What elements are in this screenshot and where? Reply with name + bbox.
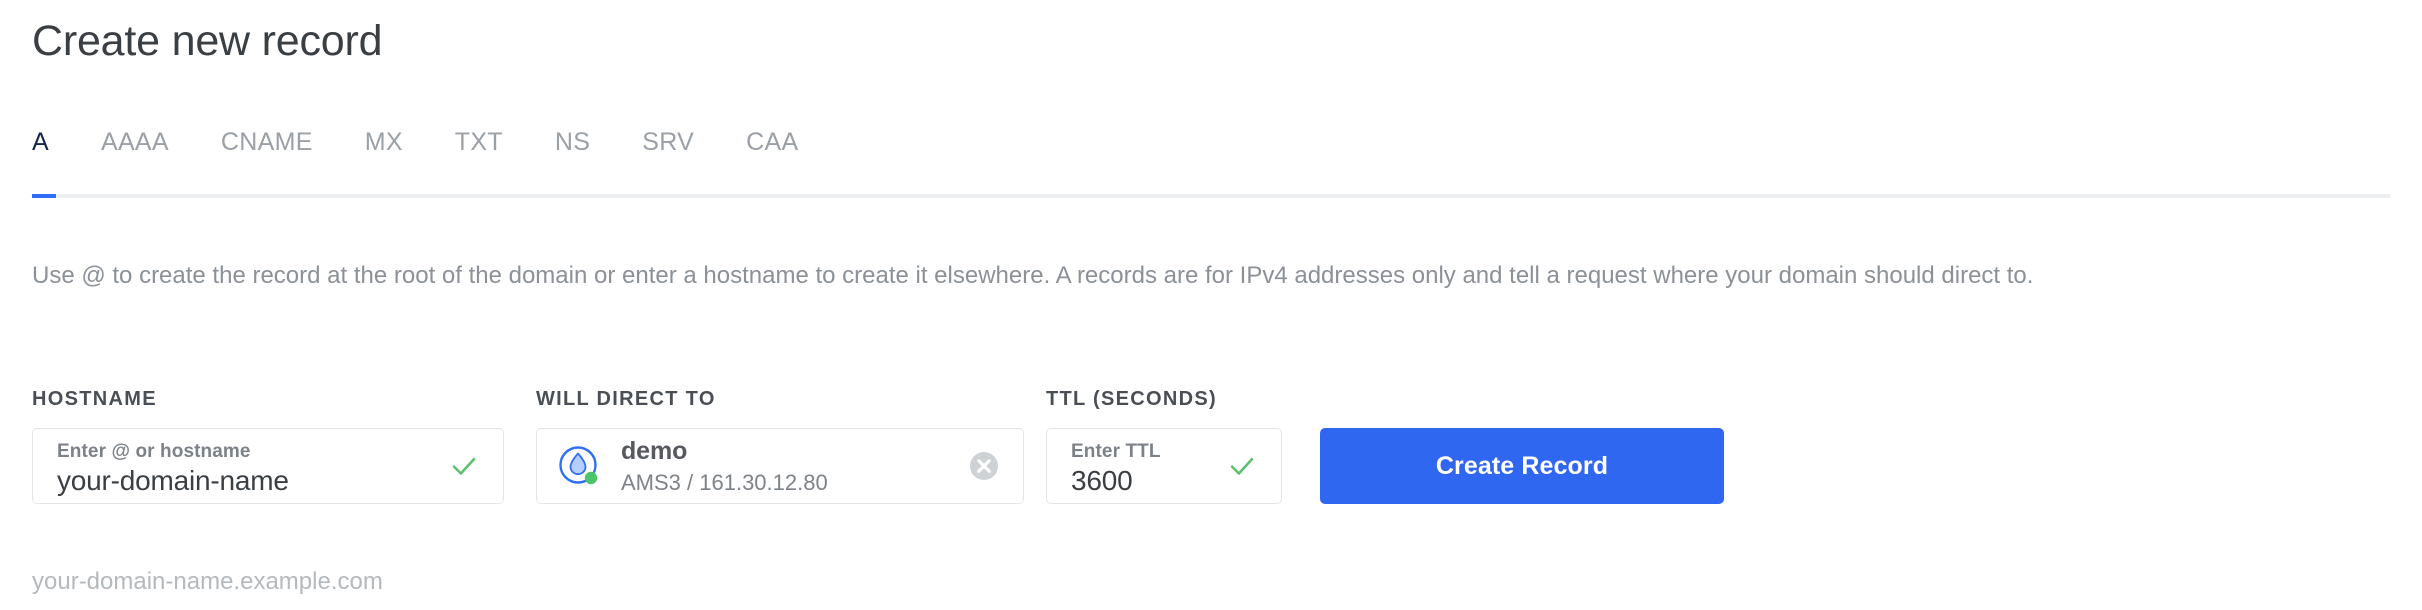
record-type-description: Use @ to create the record at the root o…: [32, 262, 2034, 289]
tab-txt[interactable]: TXT: [455, 130, 503, 155]
droplet-icon: [559, 446, 598, 485]
hostname-helper-text: your-domain-name.example.com: [32, 568, 383, 595]
hostname-value: your-domain-name: [57, 465, 289, 496]
tab-mx[interactable]: MX: [365, 130, 403, 155]
hostname-input[interactable]: Enter @ or hostname your-domain-name: [32, 428, 504, 504]
tab-cname[interactable]: CNAME: [221, 130, 313, 155]
tab-ns[interactable]: NS: [555, 130, 590, 155]
check-icon: [452, 457, 476, 475]
hostname-placeholder: Enter @ or hostname: [57, 441, 251, 462]
ttl-input[interactable]: Enter TTL 3600: [1046, 428, 1282, 504]
tab-caa[interactable]: CAA: [746, 130, 798, 155]
hostname-label: HOSTNAME: [32, 388, 157, 410]
page-title: Create new record: [32, 17, 383, 65]
submit-wrapper: Create Record: [1320, 388, 1724, 504]
check-icon: [1230, 457, 1254, 475]
tab-aaaa[interactable]: AAAA: [101, 130, 169, 155]
clear-icon[interactable]: [967, 449, 1001, 483]
will-direct-to-field-group: WILL DIRECT TO demo AMS3 / 161.30.12.80: [536, 388, 1024, 504]
tabs-divider: [32, 194, 2390, 198]
ttl-label: TTL (SECONDS): [1046, 388, 1217, 410]
will-direct-to-label: WILL DIRECT TO: [536, 388, 716, 410]
ttl-field-group: TTL (SECONDS) Enter TTL 3600: [1046, 388, 1282, 504]
droplet-details: AMS3 / 161.30.12.80: [621, 469, 828, 495]
ttl-value: 3600: [1071, 465, 1133, 496]
create-record-panel: Create new record A AAAA CNAME MX TXT NS…: [0, 0, 2422, 610]
tab-active-indicator: [32, 194, 56, 198]
will-direct-to-select[interactable]: demo AMS3 / 161.30.12.80: [536, 428, 1024, 504]
droplet-meta: demo AMS3 / 161.30.12.80: [621, 436, 828, 496]
ttl-placeholder: Enter TTL: [1071, 441, 1161, 462]
tab-srv[interactable]: SRV: [642, 130, 694, 155]
droplet-name: demo: [621, 436, 688, 465]
record-type-tabs: A AAAA CNAME MX TXT NS SRV CAA: [32, 130, 798, 180]
tab-a[interactable]: A: [32, 130, 49, 155]
create-record-form: HOSTNAME Enter @ or hostname your-domain…: [32, 388, 1724, 595]
hostname-field-group: HOSTNAME Enter @ or hostname your-domain…: [32, 388, 504, 595]
create-record-button[interactable]: Create Record: [1320, 428, 1724, 504]
